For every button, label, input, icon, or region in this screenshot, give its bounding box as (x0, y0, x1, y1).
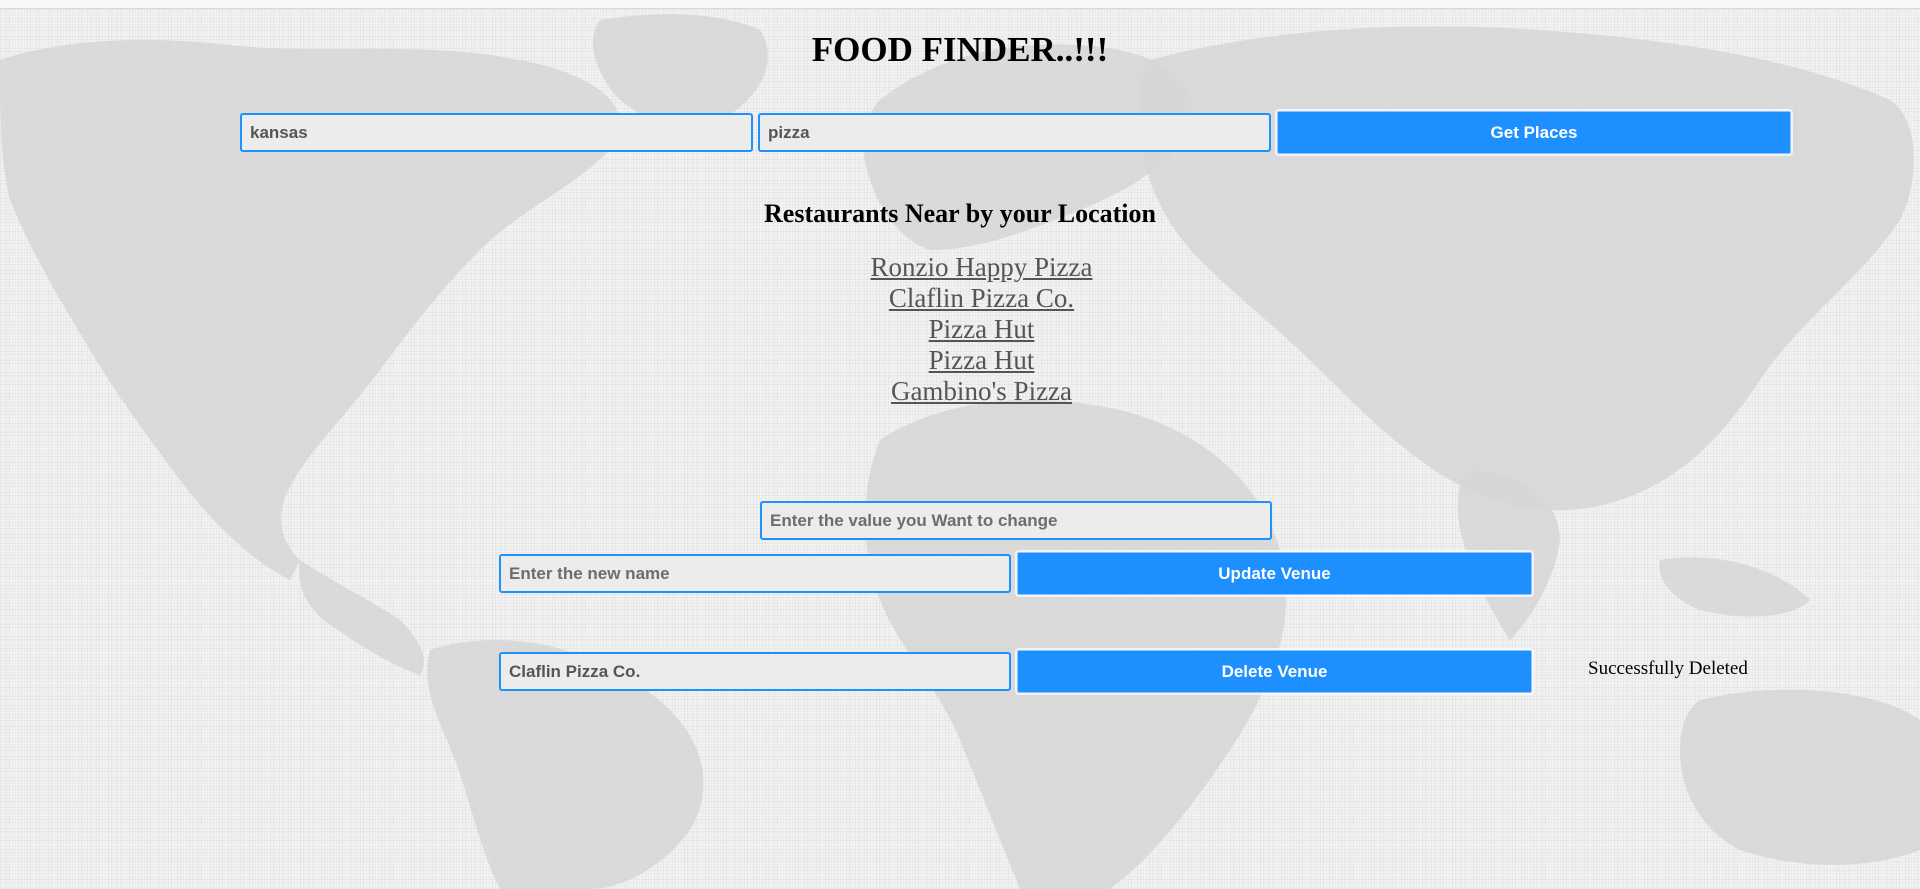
delete-venue-button[interactable]: Delete Venue (1017, 650, 1532, 693)
page-title: FOOD FINDER..!!! (811, 30, 1109, 69)
get-places-button[interactable]: Get Places (1277, 111, 1791, 154)
status-message: Successfully Deleted (1588, 658, 1748, 679)
old-value-input[interactable] (760, 501, 1272, 540)
delete-venue-input[interactable] (499, 652, 1011, 691)
list-item: Ronzio Happy Pizza (0, 252, 1920, 283)
results-heading: Restaurants Near by your Location (764, 199, 1156, 228)
search-query-input[interactable] (758, 113, 1271, 152)
list-item: Gambino's Pizza (0, 376, 1920, 407)
list-item: Pizza Hut (0, 345, 1920, 376)
venue-list: Ronzio Happy Pizza Claflin Pizza Co. Piz… (0, 252, 1920, 407)
update-venue-button[interactable]: Update Venue (1017, 552, 1532, 595)
location-input[interactable] (240, 113, 753, 152)
list-item: Claflin Pizza Co. (0, 283, 1920, 314)
new-name-input[interactable] (499, 554, 1011, 593)
venue-link[interactable]: Pizza Hut (929, 345, 1035, 375)
venue-link[interactable]: Pizza Hut (929, 314, 1035, 344)
list-item: Pizza Hut (0, 314, 1920, 345)
venue-link[interactable]: Ronzio Happy Pizza (871, 252, 1093, 282)
venue-link[interactable]: Gambino's Pizza (891, 376, 1072, 406)
venue-link[interactable]: Claflin Pizza Co. (889, 283, 1074, 313)
